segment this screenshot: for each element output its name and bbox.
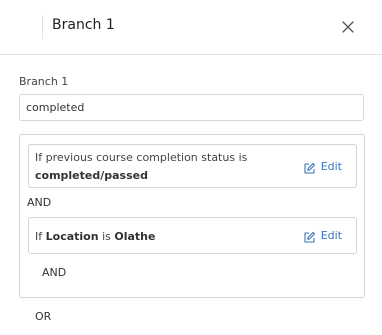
and-operator: AND <box>27 196 52 209</box>
branch-name-label: Branch 1 <box>19 75 69 88</box>
or-operator: OR <box>35 310 52 323</box>
close-icon[interactable] <box>340 19 356 35</box>
edit-condition-button[interactable]: Edit <box>303 229 342 243</box>
edit-condition-button[interactable]: Edit <box>303 160 342 174</box>
edit-icon <box>303 160 316 174</box>
dialog-title: Branch 1 <box>52 17 115 33</box>
condition-value: completed/passed <box>35 169 148 182</box>
condition-text: If previous course completion status is <box>35 151 248 164</box>
condition-field: Location <box>45 230 99 243</box>
edit-icon <box>303 229 316 243</box>
condition-card-location: If Location is Olathe Edit <box>28 217 357 254</box>
header-divider <box>42 15 43 39</box>
edit-label: Edit <box>320 160 342 173</box>
condition-value: Olathe <box>114 230 156 243</box>
and-operator: AND <box>42 266 67 279</box>
condition-prefix: If <box>35 230 43 243</box>
edit-label: Edit <box>320 229 342 242</box>
condition-card-completion: If previous course completion status is … <box>28 144 357 188</box>
branch-name-input[interactable] <box>19 94 364 121</box>
condition-operator: is <box>102 230 111 243</box>
dialog-header: Branch 1 <box>0 0 382 55</box>
